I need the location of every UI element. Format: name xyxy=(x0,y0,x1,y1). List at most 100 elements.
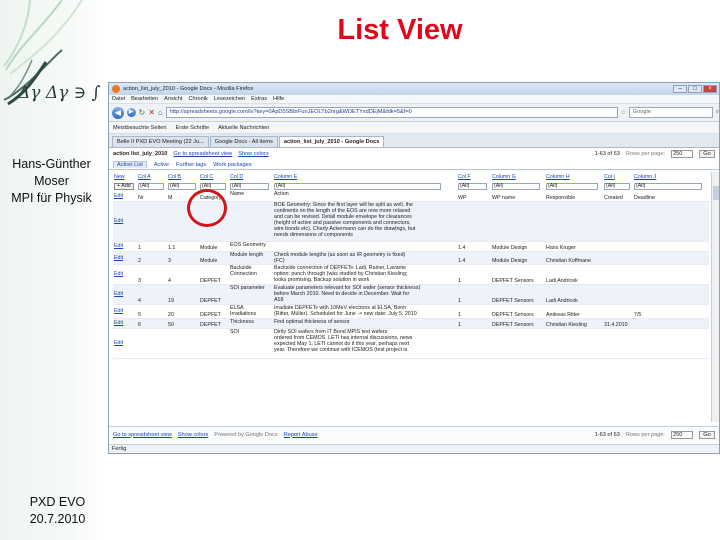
search-input[interactable]: Google xyxy=(628,107,713,118)
table-cell: DEPFET Sensors xyxy=(491,284,545,305)
address-bar[interactable]: http://spreadsheets.google.com/lv?key=0A… xyxy=(165,107,618,118)
table-cell xyxy=(545,328,603,359)
table-cell: Module Design xyxy=(491,251,545,265)
menu-datei[interactable]: Datei xyxy=(112,96,125,102)
show-colors-link[interactable]: Show colors xyxy=(238,151,268,157)
filter-cell: (All) xyxy=(229,181,273,191)
filter-dropdown[interactable]: (All) xyxy=(138,182,164,190)
list-title: action list_july_2010 xyxy=(113,151,168,157)
column-header[interactable]: Column G xyxy=(491,172,545,181)
spreadsheet-view-link[interactable]: Go to spreadsheet view xyxy=(173,151,232,157)
maximize-button[interactable]: □ xyxy=(688,85,702,93)
table-row: Edit 6 50 DEPFET Thickness Find optimal thick… xyxy=(113,318,709,329)
edit-link[interactable]: Edit xyxy=(113,191,137,202)
footer-rows-per-page-input[interactable]: 250 xyxy=(671,430,693,439)
menu-chronik[interactable]: Chronik xyxy=(188,96,207,102)
footer-spreadsheet-view-link[interactable]: Go to spreadsheet view xyxy=(113,432,172,438)
menu-extras[interactable]: Extras xyxy=(251,96,267,102)
column-header[interactable]: New xyxy=(113,172,137,181)
forward-arrow-icon[interactable]: ▶ xyxy=(126,108,136,117)
filter-cell: (All) xyxy=(633,181,709,191)
bookmark-latest-headlines[interactable]: Aktuelle Nachrichten xyxy=(218,125,269,131)
edit-link[interactable]: Edit xyxy=(113,241,137,252)
edit-link[interactable]: Edit xyxy=(113,304,137,319)
tab-active-view[interactable]: Active xyxy=(154,162,169,168)
rows-per-page-input[interactable]: 250 xyxy=(671,150,693,158)
table-cell: Backside connection of DEPFETs: Ladi, Ra… xyxy=(273,264,457,285)
table-cell: Christian Koffmane xyxy=(545,251,603,265)
edit-link[interactable]: Edit xyxy=(113,201,137,242)
table-cell: 1.1 xyxy=(167,241,199,252)
edit-link[interactable]: Edit xyxy=(113,318,137,329)
column-header[interactable]: Col C xyxy=(199,172,229,181)
tab-further-tags-view[interactable]: Further tags xyxy=(176,162,206,168)
bookmark-most-visited[interactable]: Meistbesuchte Seiten xyxy=(113,125,166,131)
window-controls: – □ × xyxy=(673,85,717,93)
back-arrow-icon[interactable]: ◀ xyxy=(112,106,124,119)
rows-per-page-label: Rows per page: xyxy=(625,151,665,157)
table-cell: Created xyxy=(603,191,633,202)
edit-link[interactable]: Edit xyxy=(113,284,137,305)
stop-icon[interactable]: ✕ xyxy=(148,108,155,117)
column-header[interactable]: Col B xyxy=(167,172,199,181)
column-header[interactable]: Column E xyxy=(273,172,457,181)
column-header[interactable]: Column J xyxy=(633,172,709,181)
filter-dropdown[interactable]: (All) xyxy=(274,182,442,190)
filter-dropdown[interactable]: (All) xyxy=(546,182,598,190)
table-cell: 50 xyxy=(167,318,199,329)
close-button[interactable]: × xyxy=(703,85,717,93)
table-cell xyxy=(603,284,633,305)
tab-work-packages-view[interactable]: Work packages xyxy=(213,162,251,168)
table-cell xyxy=(633,201,709,242)
table-cell xyxy=(545,201,603,242)
menu-lesezeichen[interactable]: Lesezeichen xyxy=(214,96,245,102)
author-name-last: Moser xyxy=(34,174,69,188)
tab-evo-meeting[interactable]: Belle II PXD EVO Meeting (22 Ju... xyxy=(112,136,209,147)
column-header[interactable]: Column H xyxy=(545,172,603,181)
vertical-scrollbar[interactable] xyxy=(711,172,719,422)
edit-link[interactable]: Edit xyxy=(113,264,137,285)
tab-google-docs-all-items[interactable]: Google Docs - All items xyxy=(209,136,278,147)
table-cell xyxy=(633,328,709,359)
filter-dropdown[interactable]: (All) xyxy=(458,182,488,190)
bookmark-getting-started[interactable]: Erste Schritte xyxy=(175,125,209,131)
status-bar: Fertig xyxy=(109,444,719,453)
reload-icon[interactable]: ↻ xyxy=(139,108,146,117)
filter-cell: (All) xyxy=(545,181,603,191)
filter-dropdown[interactable]: (All) xyxy=(168,182,196,190)
add-button[interactable]: + Add xyxy=(114,182,134,190)
edit-link[interactable]: Edit xyxy=(113,251,137,265)
minimize-button[interactable]: – xyxy=(673,85,687,93)
edit-link[interactable]: Edit xyxy=(113,328,137,359)
tab-bar: Belle II PXD EVO Meeting (22 Ju... Googl… xyxy=(109,134,719,148)
bookmark-star-icon[interactable]: ☆ xyxy=(621,110,626,116)
footer-rows-per-page-label: Rows per page: xyxy=(625,431,665,438)
home-icon[interactable]: ⌂ xyxy=(158,108,163,117)
tab-action-list[interactable]: action_list_july_2010 - Google Docs xyxy=(278,136,385,147)
filter-dropdown[interactable]: (All) xyxy=(604,182,630,190)
report-abuse-link[interactable]: Report Abuse xyxy=(284,432,318,438)
go-button[interactable]: Go xyxy=(699,150,715,158)
filter-cell: (All) xyxy=(167,181,199,191)
filter-dropdown[interactable]: (All) xyxy=(634,182,703,190)
filter-dropdown[interactable]: (All) xyxy=(230,182,269,190)
menu-hilfe[interactable]: Hilfe xyxy=(273,96,284,102)
footer-go-button[interactable]: Go xyxy=(699,430,715,439)
author-institute: MPI für Physik xyxy=(11,191,92,205)
column-header[interactable]: Col I xyxy=(603,172,633,181)
filter-dropdown[interactable]: (All) xyxy=(492,182,540,190)
column-header[interactable]: Col D xyxy=(229,172,273,181)
column-header[interactable]: Col A xyxy=(137,172,167,181)
logo-swoosh-icon: Δγ Δγ ∋ ∫ £ xyxy=(3,0,103,106)
table-cell xyxy=(491,201,545,242)
table-cell: Module xyxy=(199,241,229,252)
menu-ansicht[interactable]: Ansicht xyxy=(164,96,182,102)
footer-show-colors-link[interactable]: Show colors xyxy=(178,432,208,438)
add-label: Add xyxy=(121,182,131,189)
table-cell xyxy=(457,201,491,242)
tab-action-list-view[interactable]: Action List xyxy=(113,161,147,168)
scrollbar-thumb[interactable] xyxy=(713,186,719,200)
column-header[interactable]: Col F xyxy=(457,172,491,181)
search-icon[interactable]: ⌕ xyxy=(716,109,719,116)
menu-bearbeiten[interactable]: Bearbeiten xyxy=(131,96,158,102)
